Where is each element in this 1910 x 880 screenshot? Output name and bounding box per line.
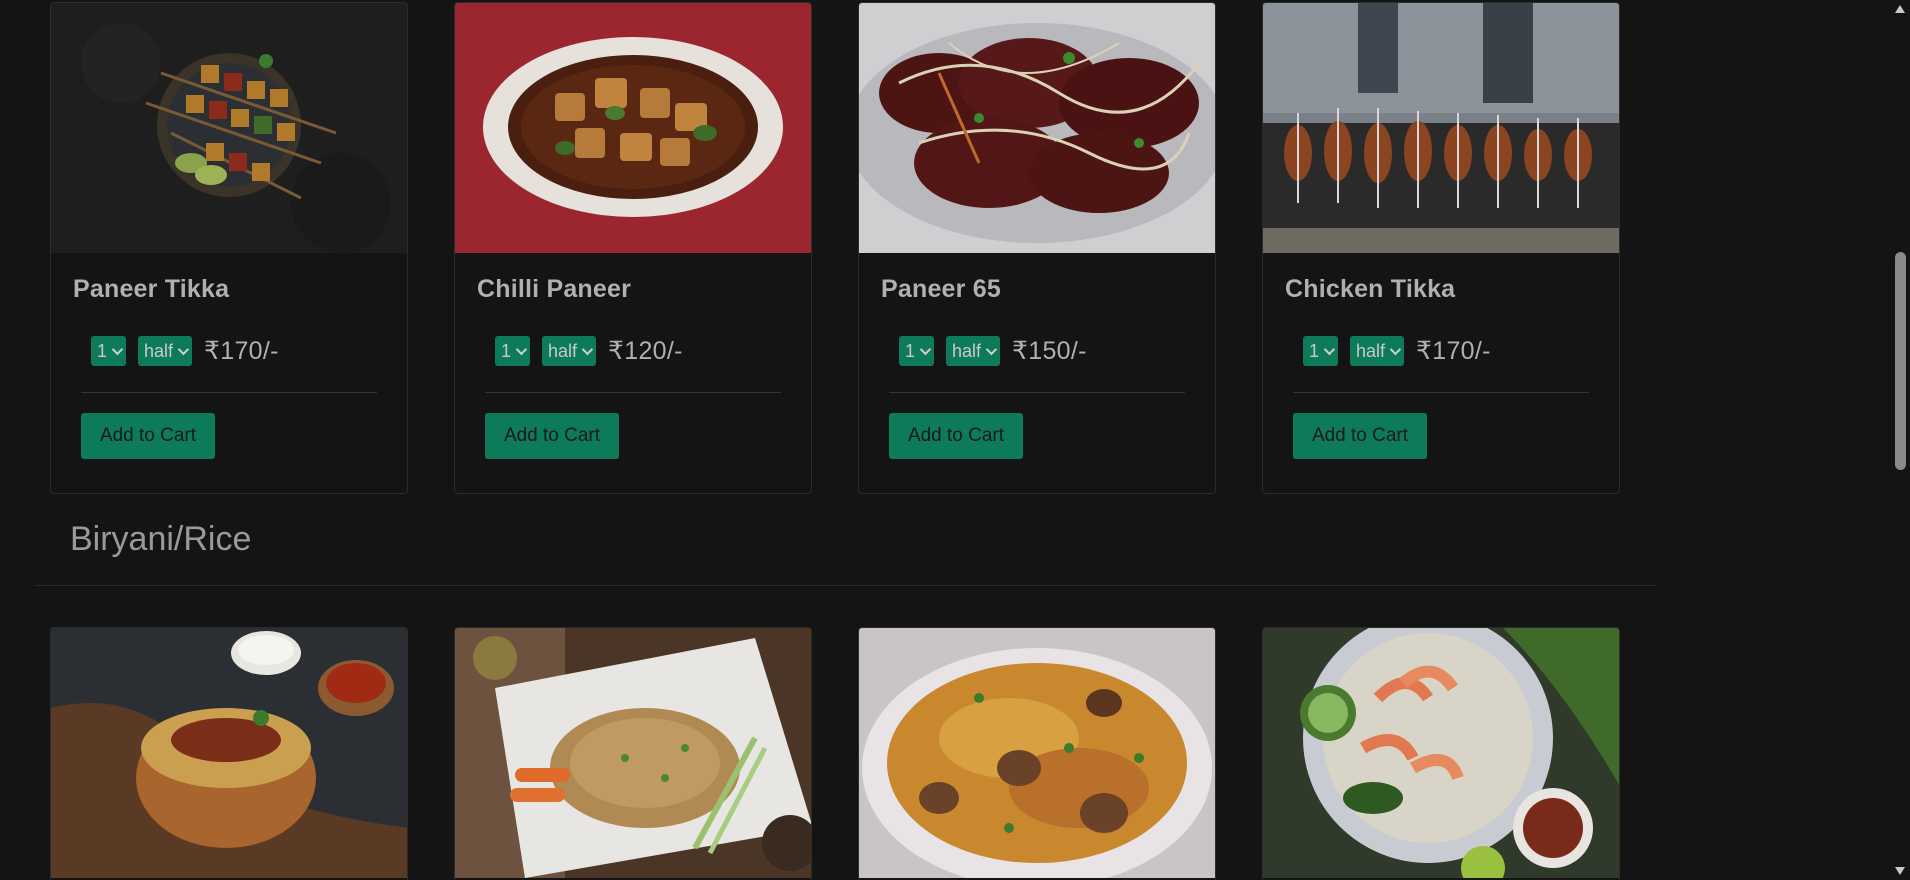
- quantity-value: 1: [905, 340, 916, 361]
- quantity-select[interactable]: 1: [1303, 336, 1339, 366]
- paneer-65-image: [859, 3, 1215, 253]
- menu-page: Paneer Tikka 1 half ₹170/- Add to Cart C…: [0, 0, 1910, 880]
- item-name: Chicken Tikka: [1285, 275, 1456, 303]
- menu-card: [1262, 627, 1620, 880]
- card-body: Chilli Paneer 1 half ₹120/- Add to Cart: [455, 253, 811, 459]
- portion-value: half: [1356, 340, 1386, 361]
- card-divider: [81, 392, 377, 393]
- item-name: Chilli Paneer: [477, 275, 632, 303]
- add-to-cart-button[interactable]: Add to Cart: [485, 413, 619, 459]
- quantity-value: 1: [1309, 340, 1320, 361]
- quantity-select[interactable]: 1: [91, 336, 127, 366]
- portion-select[interactable]: half: [542, 336, 597, 366]
- card-divider: [889, 392, 1185, 393]
- item-controls: 1 half ₹120/-: [475, 334, 791, 368]
- portion-value: half: [548, 340, 578, 361]
- chevron-down-icon: [515, 343, 528, 356]
- item-controls: 1 half ₹170/-: [1283, 334, 1599, 368]
- item-controls: 1 half ₹170/-: [71, 334, 387, 368]
- chevron-down-icon: [1389, 343, 1402, 356]
- portion-value: half: [144, 340, 174, 361]
- item-name: Paneer Tikka: [73, 275, 230, 303]
- chevron-down-icon: [581, 343, 594, 356]
- chicken-biryani-image: [859, 628, 1215, 878]
- paneer-tikka-image: [51, 3, 407, 253]
- quantity-value: 1: [97, 340, 108, 361]
- scroll-down-arrow-icon[interactable]: [1895, 867, 1905, 875]
- vertical-scrollbar[interactable]: [1890, 0, 1910, 880]
- item-price: ₹120/-: [608, 337, 683, 365]
- biryani-row: [50, 627, 1626, 880]
- card-body: Paneer Tikka 1 half ₹170/- Add to Cart: [51, 253, 407, 459]
- add-to-cart-button[interactable]: Add to Cart: [889, 413, 1023, 459]
- biryani-bowl-image: [51, 628, 407, 878]
- card-body: Paneer 65 1 half ₹150/- Add to Cart: [859, 253, 1215, 459]
- menu-card: Paneer 65 1 half ₹150/- Add to Cart: [858, 2, 1216, 494]
- add-to-cart-button[interactable]: Add to Cart: [81, 413, 215, 459]
- section-divider: [35, 585, 1655, 586]
- quantity-select[interactable]: 1: [899, 336, 935, 366]
- chilli-paneer-image: [455, 3, 811, 253]
- portion-select[interactable]: half: [138, 336, 193, 366]
- chevron-down-icon: [177, 343, 190, 356]
- quantity-value: 1: [501, 340, 512, 361]
- chevron-down-icon: [111, 343, 124, 356]
- portion-value: half: [952, 340, 982, 361]
- scroll-up-arrow-icon[interactable]: [1895, 5, 1905, 13]
- menu-card: [50, 627, 408, 880]
- chicken-tikka-image: [1263, 3, 1619, 253]
- quantity-select[interactable]: 1: [495, 336, 531, 366]
- menu-card: [454, 627, 812, 880]
- add-to-cart-button[interactable]: Add to Cart: [1293, 413, 1427, 459]
- item-price: ₹170/-: [204, 337, 279, 365]
- chevron-down-icon: [985, 343, 998, 356]
- menu-card: [858, 627, 1216, 880]
- chevron-down-icon: [1323, 343, 1336, 356]
- chevron-down-icon: [919, 343, 932, 356]
- portion-select[interactable]: half: [946, 336, 1001, 366]
- card-divider: [485, 392, 781, 393]
- section-title: Biryani/Rice: [70, 520, 252, 558]
- menu-card: Chilli Paneer 1 half ₹120/- Add to Cart: [454, 2, 812, 494]
- starters-row: Paneer Tikka 1 half ₹170/- Add to Cart C…: [50, 2, 1626, 494]
- item-price: ₹150/-: [1012, 337, 1087, 365]
- scroll-thumb[interactable]: [1895, 252, 1906, 470]
- card-divider: [1293, 392, 1589, 393]
- menu-card: Chicken Tikka 1 half ₹170/- Add to Cart: [1262, 2, 1620, 494]
- fried-rice-plate-image: [455, 628, 811, 878]
- portion-select[interactable]: half: [1350, 336, 1405, 366]
- item-price: ₹170/-: [1416, 337, 1491, 365]
- item-name: Paneer 65: [881, 275, 1001, 303]
- card-body: Chicken Tikka 1 half ₹170/- Add to Cart: [1263, 253, 1619, 459]
- item-controls: 1 half ₹150/-: [879, 334, 1195, 368]
- prawn-fried-rice-image: [1263, 628, 1619, 878]
- menu-card: Paneer Tikka 1 half ₹170/- Add to Cart: [50, 2, 408, 494]
